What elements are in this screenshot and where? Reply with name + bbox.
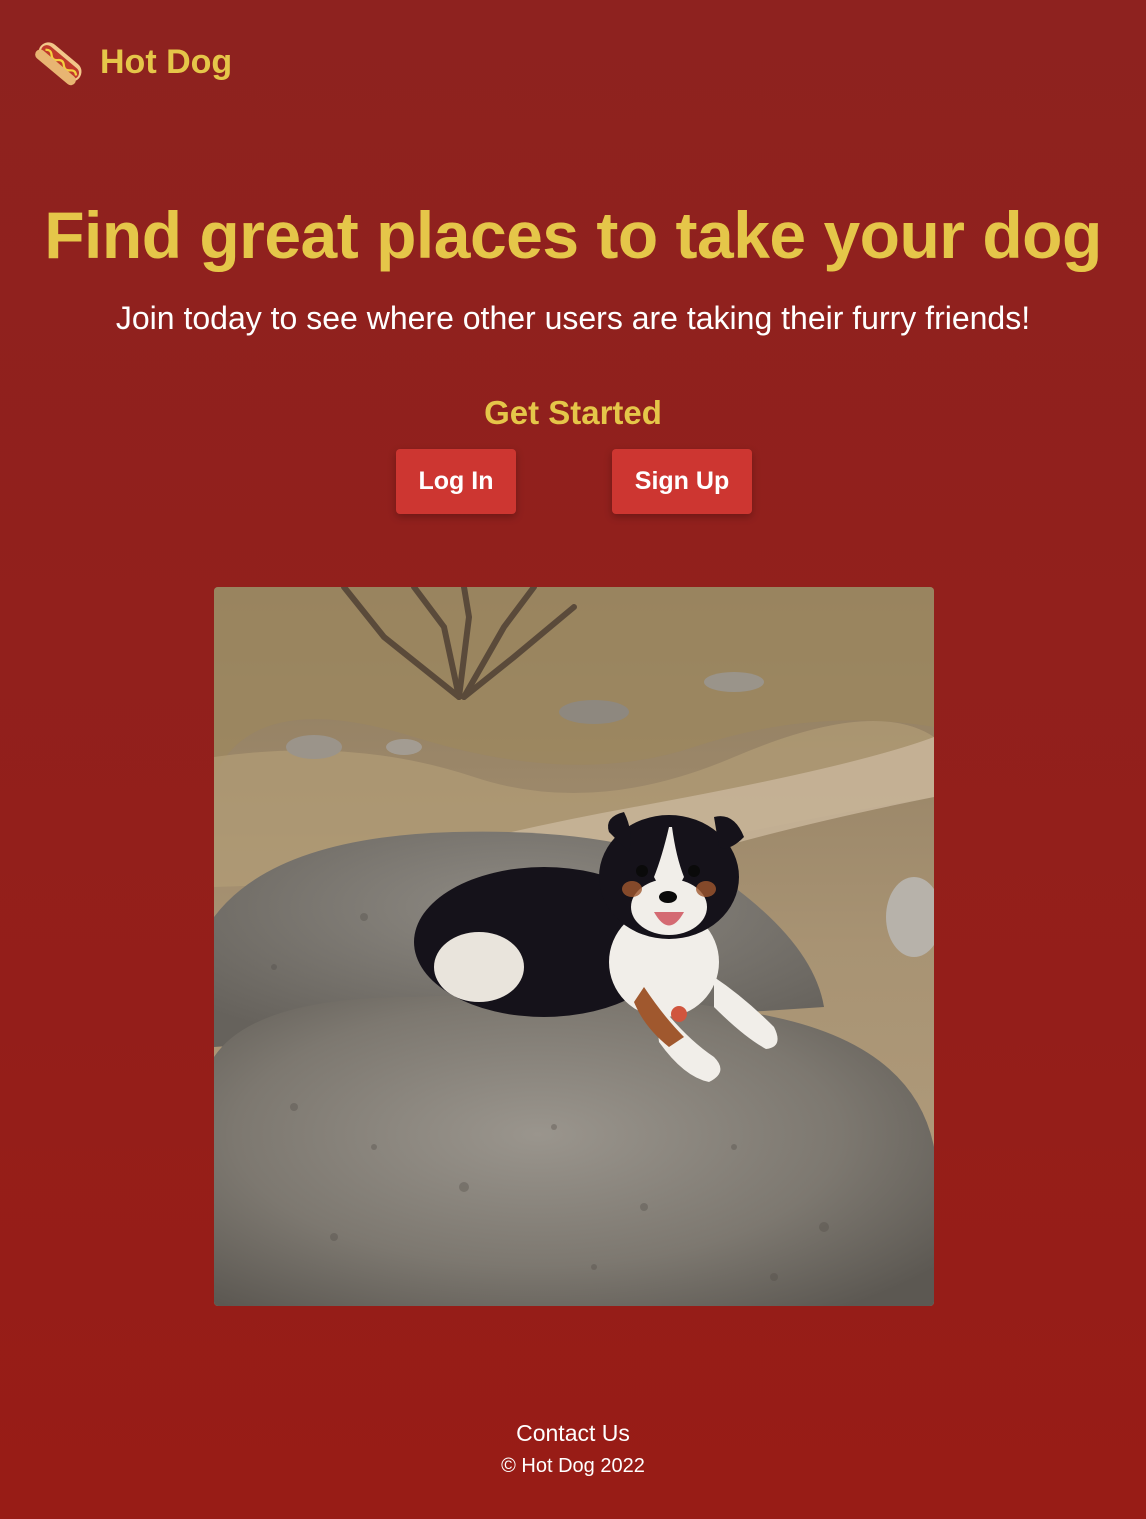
contact-us-link[interactable]: Contact Us bbox=[0, 1416, 1146, 1450]
hero-title: Find great places to take your dog bbox=[44, 198, 1102, 272]
dog-on-rock-photo bbox=[214, 587, 934, 1306]
copyright-text: © Hot Dog 2022 bbox=[501, 1455, 645, 1477]
brand-logo-link[interactable]: Hot Dog bbox=[34, 34, 232, 90]
login-button[interactable]: Log In bbox=[396, 449, 516, 514]
signup-button[interactable]: Sign Up bbox=[612, 449, 752, 514]
hero-subtitle: Join today to see where other users are … bbox=[115, 300, 1031, 336]
hot-dog-icon bbox=[35, 42, 82, 86]
brand-name: Hot Dog bbox=[100, 42, 233, 81]
get-started-heading: Get Started bbox=[484, 394, 662, 431]
